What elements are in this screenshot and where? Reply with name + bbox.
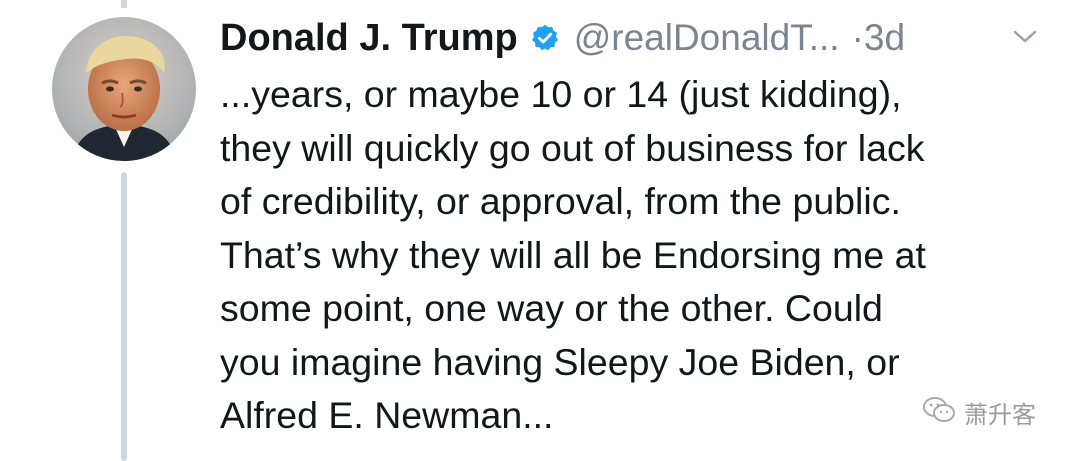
verified-badge-icon	[530, 23, 560, 53]
wechat-icon	[922, 395, 956, 430]
chevron-down-icon[interactable]	[1010, 26, 1040, 48]
watermark: 萧升客	[922, 395, 1036, 430]
author-name[interactable]: Donald J. Trump	[220, 17, 518, 60]
watermark-text: 萧升客	[964, 401, 1036, 429]
tweet-card[interactable]: Donald J. Trump @realDonaldT... · 3d ...…	[0, 0, 1080, 461]
tweet-text: ...years, or maybe 10 or 14 (just kiddin…	[220, 73, 926, 436]
tweet-timestamp[interactable]: 3d	[864, 17, 905, 59]
separator-dot: ·	[851, 17, 864, 58]
avatar[interactable]	[52, 17, 196, 161]
thread-line	[121, 172, 127, 461]
thread-line-top	[121, 0, 127, 8]
author-handle[interactable]: @realDonaldT...	[574, 17, 840, 59]
tweet-header: Donald J. Trump @realDonaldT... · 3d	[220, 12, 905, 64]
